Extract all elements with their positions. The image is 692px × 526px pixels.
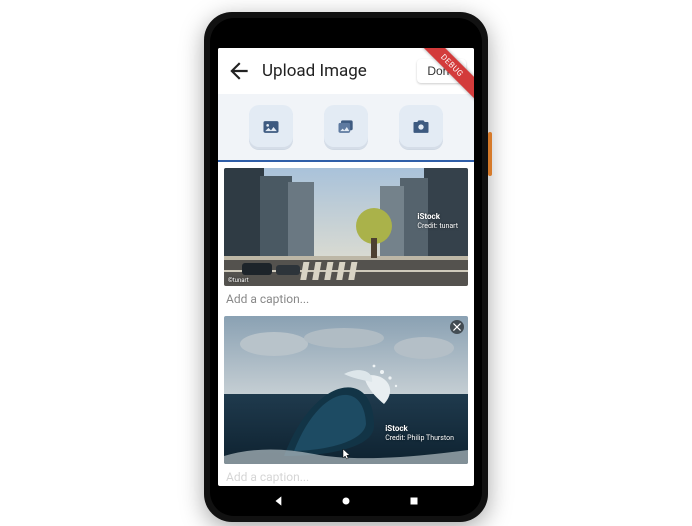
uploaded-image[interactable]: iStock Credit: Philip Thurston <box>224 316 468 464</box>
circle-home-icon <box>339 494 353 508</box>
camera-icon <box>411 117 431 137</box>
nav-back-button[interactable] <box>272 493 286 512</box>
open-camera-button[interactable] <box>399 105 443 149</box>
upload-actions-row <box>218 94 474 162</box>
image-card: iStock Credit: tunart ©tunart Add a capt… <box>224 168 468 310</box>
nav-home-button[interactable] <box>339 493 353 512</box>
image-card: iStock Credit: Philip Thurston Add a cap… <box>224 316 468 486</box>
pick-gallery-button[interactable] <box>324 105 368 149</box>
square-recents-icon <box>407 494 421 508</box>
pick-image-button[interactable] <box>249 105 293 149</box>
page-title: Upload Image <box>262 61 407 81</box>
nav-recents-button[interactable] <box>407 493 421 512</box>
caption-input[interactable]: Add a caption... <box>224 464 468 486</box>
stock-watermark: iStock Credit: Philip Thurston <box>385 424 454 442</box>
remove-image-button[interactable] <box>450 320 464 334</box>
caption-input[interactable]: Add a caption... <box>224 286 468 310</box>
cursor-icon <box>342 448 352 460</box>
image-credit: ©tunart <box>228 277 249 284</box>
uploaded-image[interactable]: iStock Credit: tunart ©tunart <box>224 168 468 286</box>
image-list[interactable]: iStock Credit: tunart ©tunart Add a capt… <box>218 162 474 486</box>
phone-frame: DEBUG Upload Image Done <box>204 12 488 522</box>
back-arrow-icon <box>226 58 252 84</box>
image-single-icon <box>261 117 281 137</box>
stock-watermark: iStock Credit: tunart <box>417 212 458 230</box>
gallery-icon <box>336 117 356 137</box>
triangle-back-icon <box>272 494 286 508</box>
android-nav-bar <box>218 490 474 514</box>
app-screen: DEBUG Upload Image Done <box>218 48 474 486</box>
back-button[interactable] <box>226 58 252 84</box>
close-icon <box>453 323 461 331</box>
